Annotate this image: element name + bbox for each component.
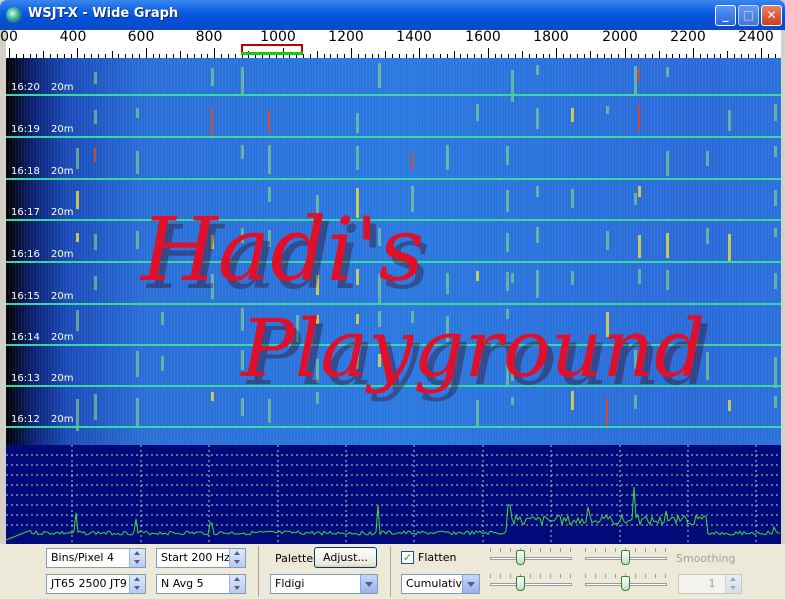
separator [390, 546, 391, 597]
scale-tick [180, 51, 181, 58]
watermark-line2: Playground [239, 302, 705, 395]
scale-label: 2000 [602, 29, 638, 45]
window-title: WSJT-X - Wide Graph [28, 6, 179, 21]
spin-arrows-icon[interactable] [229, 549, 245, 567]
scale-label: 400 [59, 29, 87, 45]
scale-label: 2400 [738, 29, 774, 45]
scale-tick [145, 48, 147, 58]
scale-tick [590, 51, 592, 58]
minimize-button[interactable]: _ [715, 5, 736, 26]
spectrum-gain-slider[interactable] [585, 548, 667, 568]
scale-tick [111, 51, 113, 58]
slider-thumb[interactable] [516, 576, 525, 591]
rx-frequency-marker[interactable] [241, 44, 303, 52]
scale-tick [658, 51, 660, 58]
spectrum-graph [6, 445, 781, 544]
scale-label: 1600 [465, 29, 501, 45]
scale-label: 00 [0, 29, 18, 45]
slider-thumb[interactable] [621, 576, 630, 591]
flatten-checkbox[interactable]: ✓ [401, 551, 414, 564]
palette-value: Fldigi [275, 577, 305, 590]
n-avg-spinbox[interactable]: N Avg 5 [156, 574, 246, 594]
spectrum-display[interactable] [6, 445, 781, 544]
controls-panel: Bins/Pixel 4 JT65 2500 JT9 Start 200 Hz … [0, 544, 785, 599]
adjust-button[interactable]: Adjust... [314, 547, 377, 568]
checkmark-icon: ✓ [402, 551, 413, 564]
slider-track [490, 583, 572, 586]
smoothing-label: Smoothing [676, 552, 736, 565]
slider-ticks [490, 574, 572, 578]
scale-tick [624, 48, 626, 58]
palette-label: Palette [275, 552, 314, 565]
scale-tick [693, 48, 694, 58]
smoothing-spinbox: 1 [678, 574, 742, 594]
scale-label: 1800 [533, 29, 569, 45]
scale-tick [9, 48, 10, 58]
mode-value: JT65 2500 JT9 [51, 577, 127, 590]
dropdown-arrow-icon[interactable] [462, 575, 479, 593]
scale-label: 600 [127, 29, 155, 45]
spin-arrows-icon[interactable] [129, 575, 145, 593]
start-frequency-spinbox[interactable]: Start 200 Hz [156, 548, 246, 568]
separator [258, 546, 259, 597]
scale-tick [761, 48, 763, 58]
spectrum-grid [6, 445, 781, 544]
scale-tick [214, 48, 216, 58]
spin-arrows-icon [725, 575, 741, 593]
minimize-icon: _ [722, 8, 729, 22]
tx-frequency-marker[interactable] [241, 52, 303, 55]
gain-slider[interactable] [490, 548, 572, 568]
scale-label: 1400 [396, 29, 432, 45]
cumulative-select[interactable]: Cumulative [401, 574, 480, 594]
scale-tick [556, 48, 558, 58]
bins-per-pixel-value: Bins/Pixel 4 [51, 551, 114, 564]
scale-tick [351, 48, 352, 58]
palette-select[interactable]: Fldigi [270, 574, 378, 594]
close-button[interactable]: ✕ [761, 5, 782, 26]
waterfall-display[interactable]: 16:20 20m 16:19 20m 16:18 20m 16:17 20m … [6, 58, 781, 445]
app-icon [6, 7, 22, 23]
slider-thumb[interactable] [516, 550, 525, 565]
watermark-logo: Hadi's Hadi's Playground Playground [139, 198, 711, 403]
scale-tick [43, 51, 45, 58]
zero-slider[interactable] [490, 574, 572, 594]
scale-label: 800 [195, 29, 223, 45]
bins-per-pixel-spinbox[interactable]: Bins/Pixel 4 [46, 548, 146, 568]
scale-tick [316, 51, 318, 58]
maximize-button[interactable]: □ [738, 5, 759, 26]
scale-tick [522, 51, 523, 58]
scale-tick [727, 51, 729, 58]
slider-ticks [490, 548, 572, 552]
scale-tick [453, 51, 455, 58]
maximize-icon: □ [742, 8, 755, 22]
slider-track [490, 557, 572, 560]
watermark-line1: Hadi's [139, 198, 424, 301]
start-frequency-value: Start 200 Hz [161, 551, 230, 564]
spin-arrows-icon[interactable] [129, 549, 145, 567]
spectrum-zero-slider[interactable] [585, 574, 667, 594]
scale-tick [419, 48, 421, 58]
scale-tick [77, 48, 79, 58]
n-avg-value: N Avg 5 [161, 577, 204, 590]
spin-arrows-icon[interactable] [229, 575, 245, 593]
flatten-label: Flatten [418, 551, 457, 564]
scale-tick [487, 48, 489, 58]
cumulative-value: Cumulative [406, 577, 469, 590]
title-bar: WSJT-X - Wide Graph _ □ ✕ [0, 0, 785, 30]
frequency-scale[interactable]: 00 400 600 800 1000 1200 1400 1600 1800 … [0, 29, 781, 59]
scale-label: 1000 [260, 29, 296, 45]
scale-label: 1200 [328, 29, 364, 45]
scale-tick [385, 51, 387, 58]
slider-thumb[interactable] [621, 550, 630, 565]
dropdown-arrow-icon[interactable] [360, 575, 377, 593]
scale-label: 2200 [670, 29, 706, 45]
close-icon: ✕ [766, 8, 777, 22]
mode-spinbox[interactable]: JT65 2500 JT9 [46, 574, 146, 594]
smoothing-value: 1 [708, 577, 716, 590]
